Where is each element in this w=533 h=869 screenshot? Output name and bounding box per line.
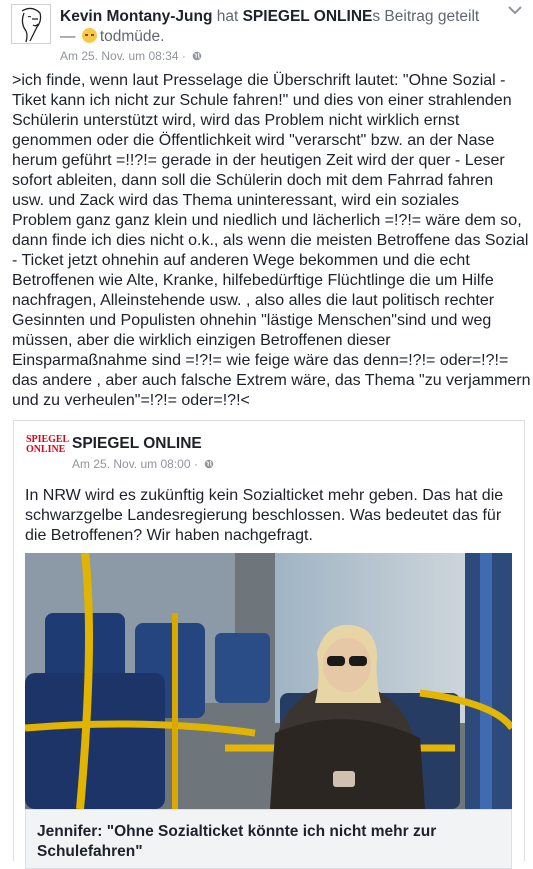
globe-icon xyxy=(192,51,202,61)
post-header-line: Kevin Montany-Jung hat SPIEGEL ONLINEs B… xyxy=(60,8,479,26)
shared-timestamp[interactable]: Am 25. Nov. um 08:00 xyxy=(72,457,191,471)
post-text-line: Gesinnten und Populisten ohnehin "lästig… xyxy=(12,312,492,329)
link-title-line: fahren" xyxy=(87,843,143,860)
shared-meta-dot: · xyxy=(190,457,198,471)
feeling-text: todmüde. xyxy=(99,28,165,45)
post-text-line: sofort ableiten, dann soll die Schülerin… xyxy=(12,172,494,189)
feeling-prefix: — xyxy=(60,28,80,45)
post-text-line: und zu verheulen"=!?!= oder=!?!< xyxy=(12,392,250,409)
post-header: Kevin Montany-Jung hat SPIEGEL ONLINEs B… xyxy=(0,0,533,66)
post-text-line: nachfragen, Alleinstehende usw. , also a… xyxy=(12,292,495,309)
post-text-line: Einsparmaßnahme sind =!?!= wie feige wär… xyxy=(12,352,509,369)
chevron-down-icon[interactable] xyxy=(506,3,524,17)
globe-icon xyxy=(204,459,214,469)
post-meta: Am 25. Nov. um 08:34 · xyxy=(60,49,202,63)
shared-text-line: die Betroffenen? Wir haben nachgefragt. xyxy=(25,527,313,544)
post-text-line: Problem ganz ganz klein und niedlich und… xyxy=(12,212,522,229)
post-text-line: das andere , aber auch falsche Extrem wä… xyxy=(12,372,531,389)
bus-interior-image xyxy=(25,553,512,809)
shared-word: hat xyxy=(212,8,243,25)
post-text-line: herum geführt =!!?!= gerade in der heuti… xyxy=(12,152,505,169)
meta-dot: · xyxy=(178,49,186,63)
post-text-line: müssen, aber die wirklich einzigen Betro… xyxy=(12,332,391,349)
sleepy-face-icon xyxy=(81,28,97,43)
spiegel-logo[interactable]: SPIEGEL ONLINE xyxy=(25,434,69,473)
shared-page-name[interactable]: SPIEGEL ONLINE xyxy=(72,435,202,453)
avatar[interactable] xyxy=(11,4,51,44)
post-text-line: Schülerin unterstützt wird, wird das Pro… xyxy=(12,112,460,129)
post-text-line: Tiket kann ich nicht zur Schule fahren!"… xyxy=(12,92,512,109)
post-text-line: Betroffenen wie Alte, Kranke, hilfebedür… xyxy=(12,272,494,289)
shared-page-link[interactable]: SPIEGEL ONLINE xyxy=(243,8,373,25)
shared-post-card: SPIEGEL ONLINE SPIEGEL ONLINE Am 25. Nov… xyxy=(13,420,525,869)
post-text-line: usw. und Zack wird das Thema uninteressa… xyxy=(12,192,460,209)
shared-suffix: s Beitrag geteilt xyxy=(372,8,480,25)
post-timestamp[interactable]: Am 25. Nov. um 08:34 xyxy=(60,49,179,63)
article-photo[interactable] xyxy=(25,553,512,809)
post-text-line: >ich finde, wenn laut Presselage die Übe… xyxy=(12,72,506,89)
article-link-title[interactable]: Jennifer: "Ohne Sozialticket könnte ich … xyxy=(37,822,507,862)
post-text-line: dann finde ich dies nicht o.k., als wenn… xyxy=(12,232,529,249)
author-name-link[interactable]: Kevin Montany-Jung xyxy=(60,8,212,25)
logo-line-2: ONLINE xyxy=(25,444,66,455)
avatar-sketch-icon xyxy=(21,7,42,43)
post-body-text: >ich finde, wenn laut Presselage die Übe… xyxy=(12,71,531,411)
post-text-line: - Ticket jetzt ohnehin auf anderen Wege … xyxy=(12,252,470,269)
article-link-box[interactable]: Jennifer: "Ohne Sozialticket könnte ich … xyxy=(25,809,512,869)
shared-text-line: schwarzgelbe Landesregierung beschlossen… xyxy=(25,507,502,524)
shared-text-line: In NRW wird es zukünftig kein Sozialtick… xyxy=(25,487,504,504)
shared-meta: Am 25. Nov. um 08:00 · xyxy=(72,457,214,471)
shared-post-text: In NRW wird es zukünftig kein Sozialtick… xyxy=(25,486,515,546)
post-text-line: genommen oder die Öffentlichkeit wird "v… xyxy=(12,132,495,149)
feeling-line: — todmüde. xyxy=(60,28,164,46)
